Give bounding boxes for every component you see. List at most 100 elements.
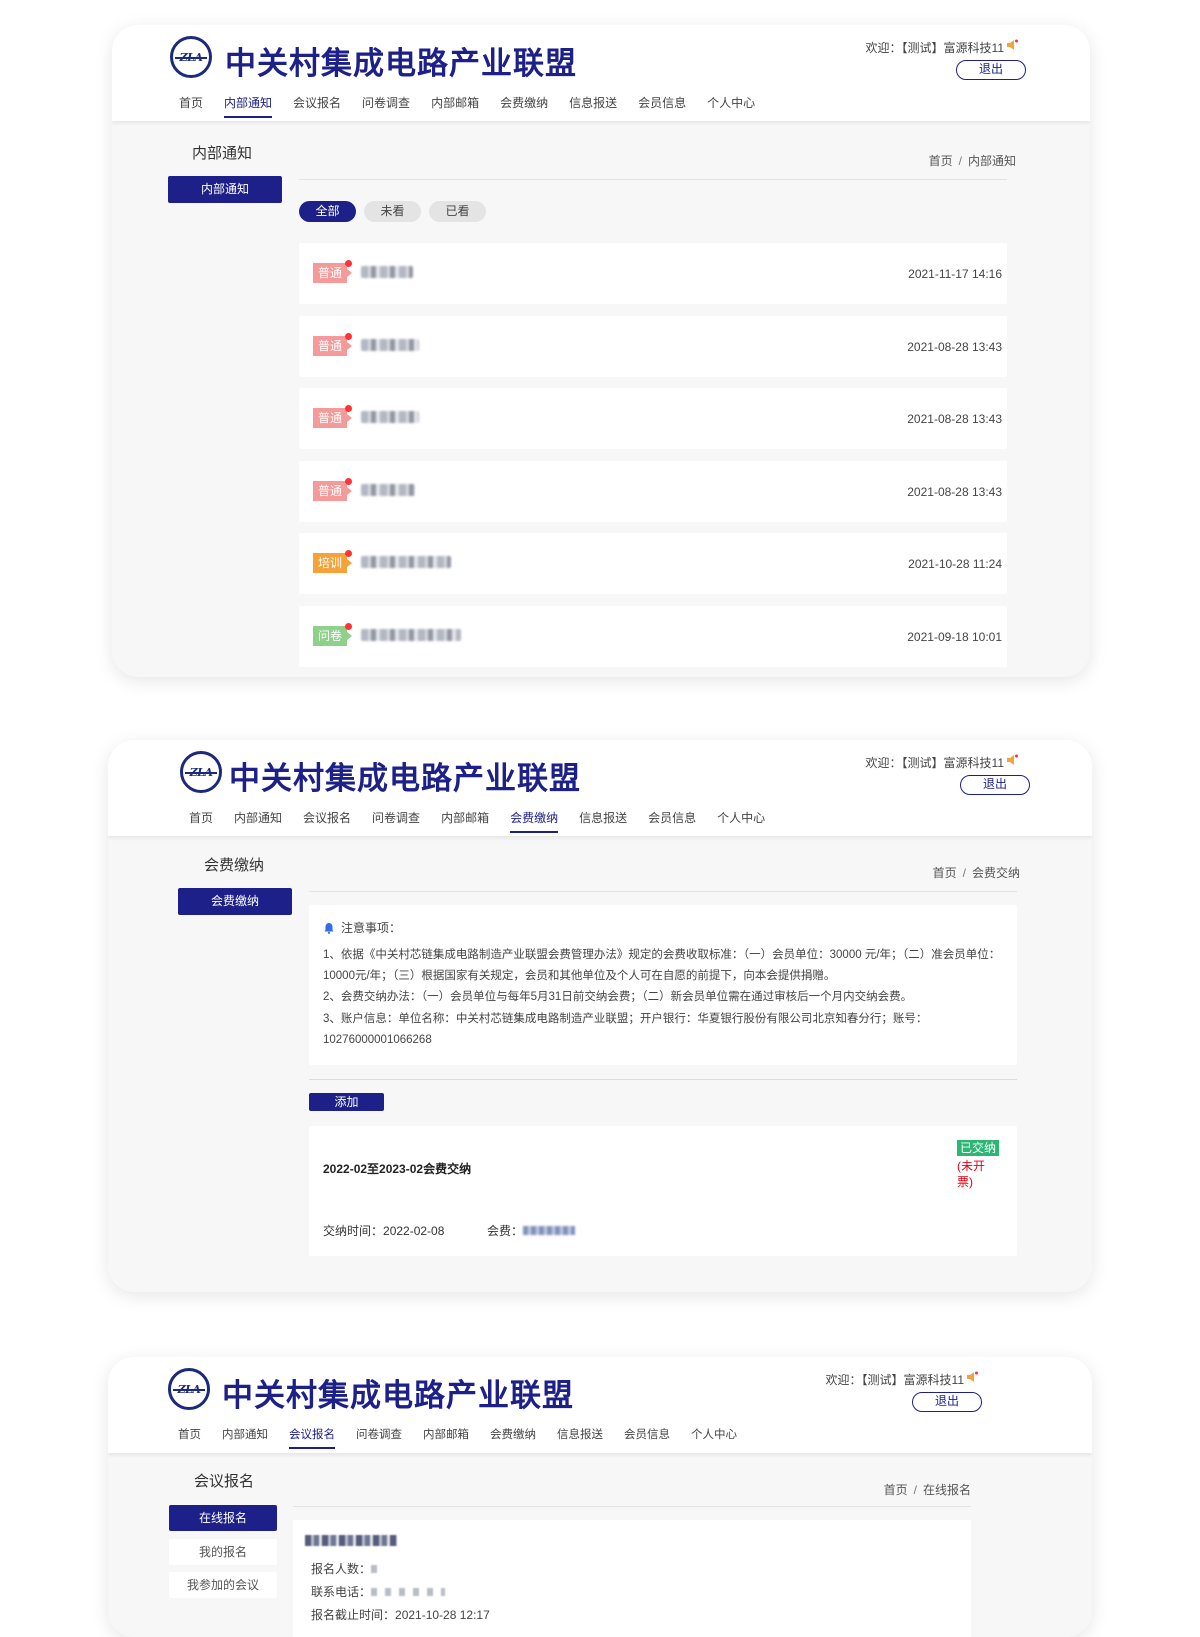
- contact-phone-redacted: [371, 1588, 446, 1596]
- meeting-card[interactable]: 报名人数： 联系电话： 报名截止时间：2021-10-28 12:17: [293, 1520, 971, 1637]
- notice-time: 2021-08-28 13:43: [907, 484, 1002, 499]
- notice-type-tag: 普通: [313, 263, 352, 283]
- nav-meeting[interactable]: 会议报名: [289, 1426, 335, 1449]
- welcome-text: 欢迎：【测试】富源科技11: [825, 1373, 964, 1387]
- logo[interactable]: ZLA: [170, 36, 212, 78]
- divider: [293, 1506, 971, 1507]
- unread-dot: [345, 550, 352, 557]
- nav-notice[interactable]: 内部通知: [234, 809, 282, 831]
- logout-button[interactable]: 退出: [956, 60, 1026, 80]
- nav-notice[interactable]: 内部通知: [224, 94, 273, 118]
- sidebar-title: 会费缴纳: [204, 857, 265, 874]
- invoice-status: (未开票): [957, 1159, 985, 1189]
- nav-fee[interactable]: 会费缴纳: [510, 809, 559, 833]
- notice-item[interactable]: 问卷 2021-09-18 10:01: [299, 605, 1007, 667]
- fee-amount: 会费：: [487, 1222, 576, 1239]
- breadcrumb-current: 在线报名: [922, 1483, 971, 1497]
- unread-dot: [345, 622, 352, 630]
- notice-box: 注意事项： 1、依据《中关村芯链集成电路制造产业联盟会费管理办法》规定的会费收取…: [309, 905, 1017, 1065]
- logout-button[interactable]: 退出: [960, 775, 1030, 795]
- notice-line-3: 3、账户信息：单位名称：中关村芯链集成电路制造产业联盟；开户银行：华夏银行股份有…: [323, 1012, 928, 1046]
- signup-deadline: 报名截止时间：2021-10-28 12:17: [311, 1606, 490, 1623]
- notice-item[interactable]: 普通 2021-08-28 13:43: [299, 388, 1007, 449]
- nav-meeting[interactable]: 会议报名: [303, 809, 351, 831]
- site-header: ZLA 中关村集成电路产业联盟 欢迎：【测试】富源科技11 退出 首页 内部通知…: [112, 25, 1090, 121]
- notice-heading: 注意事项：: [323, 919, 401, 936]
- notice-title-redacted: [361, 266, 413, 278]
- nav-mailbox[interactable]: 内部邮箱: [431, 94, 479, 116]
- main-nav: 首页 内部通知 会议报名 问卷调查 内部邮箱 会费缴纳 信息报送 会员信息 个人…: [189, 809, 786, 833]
- nav-report[interactable]: 信息报送: [569, 94, 617, 116]
- filter-unread[interactable]: 未看: [364, 201, 421, 222]
- nav-personal[interactable]: 个人中心: [707, 94, 755, 116]
- meeting-title-redacted: [305, 1535, 397, 1546]
- breadcrumb-current: 会费交纳: [971, 866, 1020, 880]
- nav-report[interactable]: 信息报送: [579, 809, 627, 831]
- logo-text: ZLA: [177, 1382, 201, 1396]
- logo[interactable]: ZLA: [180, 751, 222, 793]
- sidebar-item-my-signup[interactable]: 我的报名: [169, 1539, 277, 1565]
- pay-time-value: 2022-02-08: [383, 1224, 445, 1238]
- contact-phone: 联系电话：: [311, 1583, 446, 1600]
- notice-line-2: 2、会费交纳办法：（一）会员单位与每年5月31日前交纳会费；（二）新会员单位需在…: [323, 991, 913, 1004]
- nav-mailbox[interactable]: 内部邮箱: [441, 809, 489, 831]
- speaker-icon[interactable]: [1006, 754, 1018, 766]
- pay-time: 交纳时间：2022-02-08: [323, 1222, 444, 1239]
- nav-report[interactable]: 信息报送: [557, 1426, 603, 1447]
- nav-home[interactable]: 首页: [189, 809, 213, 831]
- nav-home[interactable]: 首页: [179, 94, 203, 116]
- logo-text: ZLA: [179, 50, 203, 64]
- sidebar-item-online-signup[interactable]: 在线报名: [169, 1505, 277, 1531]
- notice-title-redacted: [361, 628, 461, 641]
- notice-body: 1、依据《中关村芯链集成电路制造产业联盟会费管理办法》规定的会费收取标准：（一）…: [323, 945, 1003, 1051]
- sidebar-item-my-meetings[interactable]: 我参加的会议: [169, 1572, 277, 1598]
- sidebar-item-fee[interactable]: 会费缴纳: [178, 888, 292, 915]
- fee-amount-redacted: [523, 1226, 576, 1235]
- nav-personal[interactable]: 个人中心: [691, 1426, 737, 1447]
- nav-home[interactable]: 首页: [178, 1426, 201, 1447]
- nav-member-info[interactable]: 会员信息: [624, 1426, 670, 1447]
- site-header: ZLA 中关村集成电路产业联盟 欢迎：【测试】富源科技11 退出 首页 内部通知…: [108, 740, 1092, 836]
- notice-item[interactable]: 培训 2021-10-28 11:24: [299, 533, 1007, 594]
- notice-item[interactable]: 普通 2021-08-28 13:43: [299, 460, 1007, 522]
- main-nav: 首页 内部通知 会议报名 问卷调查 内部邮箱 会费缴纳 信息报送 会员信息 个人…: [179, 94, 776, 118]
- sidebar-item-notice[interactable]: 内部通知: [168, 176, 282, 203]
- nav-member-info[interactable]: 会员信息: [648, 809, 696, 831]
- nav-survey[interactable]: 问卷调查: [356, 1426, 402, 1447]
- nav-meeting[interactable]: 会议报名: [293, 94, 341, 116]
- notice-title-redacted: [361, 556, 451, 568]
- fee-title: 2022-02至2023-02会费交纳: [323, 1162, 472, 1176]
- nav-mailbox[interactable]: 内部邮箱: [423, 1426, 469, 1447]
- divider: [309, 1079, 1017, 1080]
- notice-time: 2021-08-28 13:43: [907, 339, 1002, 354]
- fee-record[interactable]: 2022-02至2023-02会费交纳 已交纳 (未开票) 交纳时间：2022-…: [309, 1126, 1017, 1256]
- nav-fee[interactable]: 会费缴纳: [490, 1426, 536, 1447]
- breadcrumb-home[interactable]: 首页: [929, 154, 953, 168]
- notice-item[interactable]: 普通 2021-11-17 14:16: [299, 243, 1007, 304]
- notice-screen: ZLA 中关村集成电路产业联盟 欢迎：【测试】富源科技11 退出 首页 内部通知…: [112, 25, 1090, 677]
- breadcrumb-home[interactable]: 首页: [884, 1483, 908, 1497]
- signup-deadline-value: 2021-10-28 12:17: [395, 1608, 490, 1622]
- add-button[interactable]: 添加: [309, 1093, 384, 1111]
- nav-fee[interactable]: 会费缴纳: [500, 94, 548, 116]
- filter-all[interactable]: 全部: [299, 201, 356, 222]
- logo[interactable]: ZLA: [168, 1368, 210, 1410]
- fee-screen: ZLA 中关村集成电路产业联盟 欢迎：【测试】富源科技11 退出 首页 内部通知…: [108, 740, 1092, 1292]
- logout-button[interactable]: 退出: [912, 1392, 982, 1412]
- unread-dot: [345, 405, 352, 412]
- notice-item[interactable]: 普通 2021-08-28 13:43: [299, 315, 1007, 377]
- nav-survey[interactable]: 问卷调查: [362, 94, 410, 116]
- filter-read[interactable]: 已看: [429, 201, 486, 222]
- nav-personal[interactable]: 个人中心: [717, 809, 765, 831]
- nav-notice[interactable]: 内部通知: [222, 1426, 268, 1447]
- nav-survey[interactable]: 问卷调查: [372, 809, 420, 831]
- breadcrumb-home[interactable]: 首页: [933, 866, 957, 880]
- nav-member-info[interactable]: 会员信息: [638, 94, 686, 116]
- speaker-icon[interactable]: [1006, 39, 1018, 51]
- welcome-text: 欢迎：【测试】富源科技11: [865, 41, 1004, 55]
- divider: [299, 179, 1007, 180]
- notice-time: 2021-11-17 14:16: [908, 267, 1002, 281]
- breadcrumb: 首页 / 内部通知: [928, 154, 1016, 168]
- speaker-icon[interactable]: [966, 1371, 978, 1383]
- logo-text: ZLA: [189, 765, 213, 779]
